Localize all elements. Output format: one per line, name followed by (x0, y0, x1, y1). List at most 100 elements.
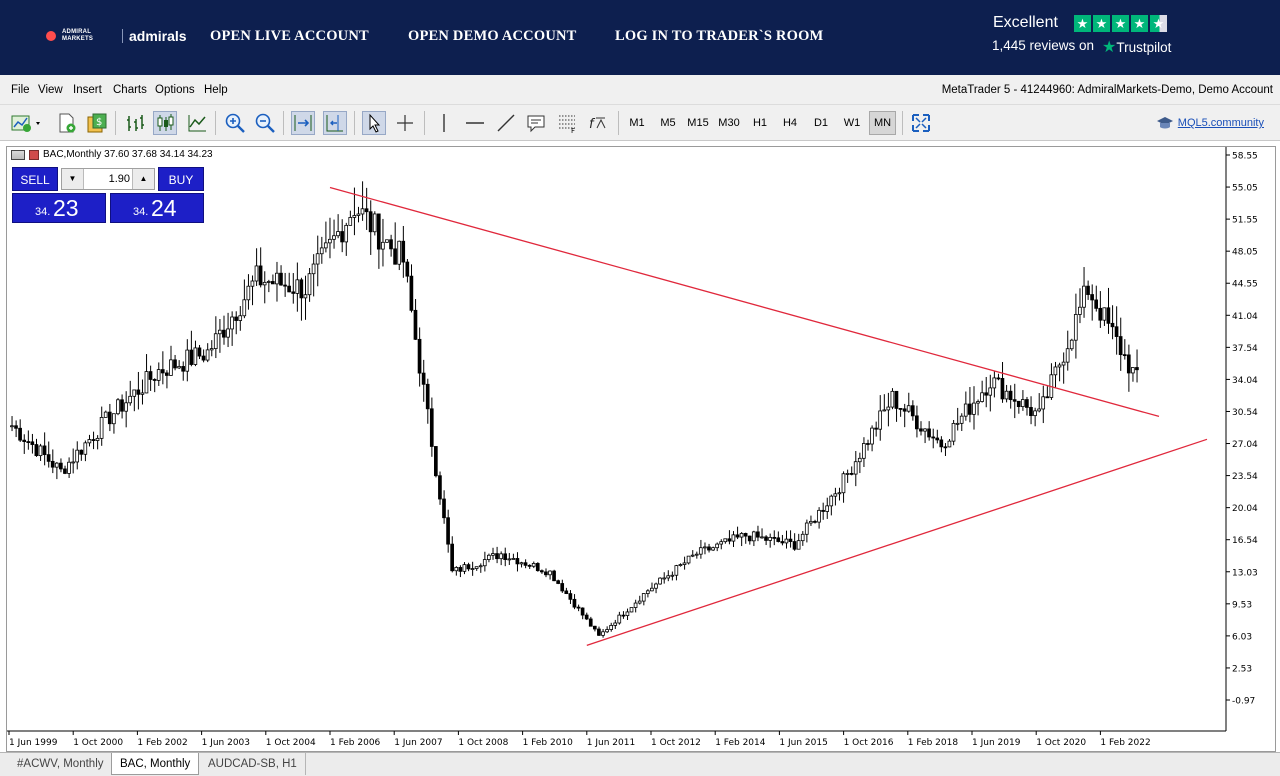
price-chart[interactable]: 58.55 55.05 51.55 48.05 44.55 41.04 37.54 34.04… (7, 147, 1275, 751)
candlestick-icon[interactable] (153, 111, 177, 135)
timeframe-m30[interactable]: M30 (715, 111, 743, 135)
tab-audcad-h1[interactable]: AUDCAD-SB, H1 (200, 753, 306, 775)
toolbar-separator (424, 111, 425, 135)
bar-chart-icon[interactable] (123, 111, 147, 135)
zoom-in-icon[interactable] (223, 111, 247, 135)
chart-shift-icon[interactable] (323, 111, 347, 135)
price-label: 34.04 (1232, 376, 1258, 386)
text-label-icon[interactable] (524, 111, 548, 135)
timeframe-m15[interactable]: M15 (684, 111, 712, 135)
candle-body (878, 410, 882, 430)
candle-body (1061, 361, 1066, 366)
menu-view[interactable]: View (38, 84, 63, 96)
candle-body (515, 558, 520, 565)
candle-body (360, 208, 365, 215)
open-demo-account-link[interactable]: OPEN DEMO ACCOUNT (408, 28, 577, 45)
menu-options[interactable]: Options (155, 84, 195, 96)
menu-insert[interactable]: Insert (73, 84, 102, 96)
new-order-icon[interactable] (55, 111, 79, 135)
timeframe-m5[interactable]: M5 (655, 111, 681, 135)
lot-size-stepper[interactable]: ▼ 1.90 ▲ (61, 168, 155, 190)
fibonacci-icon[interactable]: F (555, 111, 579, 135)
candle-body (283, 284, 287, 287)
menu-charts[interactable]: Charts (113, 84, 147, 96)
price-label: 13.03 (1232, 568, 1258, 578)
candle-body (804, 522, 809, 535)
trend-line[interactable] (329, 186, 1160, 418)
candle-body (715, 543, 719, 549)
time-label: 1 Jun 2011 (587, 738, 635, 748)
candle-body (927, 428, 931, 438)
menu-file[interactable]: File (11, 84, 30, 96)
candle-body (393, 248, 397, 265)
lot-size-input[interactable]: 1.90 (88, 169, 130, 189)
candle-body (833, 493, 838, 497)
menu-help[interactable]: Help (204, 84, 228, 96)
fullscreen-icon[interactable] (909, 111, 933, 135)
market-watch-icon[interactable]: $ (85, 111, 109, 135)
timeframe-h4[interactable]: H4 (777, 111, 803, 135)
candle-body (230, 316, 234, 330)
ask-price-button[interactable]: 34. 24 (110, 193, 204, 223)
candle-body (1008, 390, 1013, 401)
zoom-out-icon[interactable] (253, 111, 277, 135)
trustpilot-reviews[interactable]: 1,445 reviews on (992, 38, 1094, 53)
candle-body (291, 291, 296, 294)
traders-room-login-link[interactable]: LOG IN TO TRADER`S ROOM (615, 28, 823, 45)
candle-body (592, 625, 597, 630)
indicators-icon[interactable]: f (586, 111, 610, 135)
candle-body (698, 547, 703, 555)
horizontal-line-icon[interactable] (463, 111, 487, 135)
tab-acwv-monthly[interactable]: #ACWV, Monthly (9, 753, 113, 775)
chart-window[interactable]: 58.55 55.05 51.55 48.05 44.55 41.04 37.54 34.04… (6, 146, 1276, 752)
timeframe-mn[interactable]: MN (869, 111, 896, 135)
mql5-community-link[interactable]: MQL5.community (1156, 116, 1264, 130)
candle-body (1045, 396, 1050, 399)
candle-body (519, 562, 524, 565)
trustpilot-rating-text: Excellent (993, 14, 1058, 31)
vertical-line-icon[interactable] (432, 111, 456, 135)
candle-body (34, 444, 39, 457)
candle-body (217, 329, 222, 335)
candle-body (266, 281, 271, 283)
time-label: 1 Feb 2002 (137, 738, 187, 748)
admirals-logo[interactable]: ADMIRAL MARKETS admirals (46, 28, 187, 44)
candle-body (197, 347, 202, 357)
lot-decrease-icon[interactable]: ▼ (62, 169, 84, 189)
candle-body (1086, 285, 1090, 295)
logo-divider (122, 29, 123, 43)
cursor-icon[interactable] (362, 111, 386, 135)
candle-body (898, 408, 903, 410)
trend-line-icon[interactable] (494, 111, 518, 135)
candle-body (1078, 306, 1082, 315)
sell-button[interactable]: SELL (12, 167, 58, 191)
candle-body (654, 583, 658, 589)
tab-bac-monthly[interactable]: BAC, Monthly (111, 753, 200, 775)
trustpilot-logo[interactable]: ★Trustpilot (1102, 37, 1171, 57)
auto-scroll-icon[interactable] (291, 111, 315, 135)
buy-button[interactable]: BUY (158, 167, 204, 191)
timeframe-h1[interactable]: H1 (747, 111, 773, 135)
timeframe-d1[interactable]: D1 (808, 111, 834, 135)
candle-body (731, 534, 736, 542)
line-chart-icon[interactable] (185, 111, 209, 135)
crosshair-icon[interactable] (393, 111, 417, 135)
candle-body (328, 238, 332, 244)
candle-body (674, 565, 679, 576)
timeframe-m1[interactable]: M1 (624, 111, 650, 135)
bid-price-button[interactable]: 34. 23 (12, 193, 106, 223)
candle-body (160, 369, 165, 374)
candle-body (796, 540, 801, 550)
candle-body (666, 575, 671, 579)
candle-body (1073, 314, 1078, 341)
chart-window-icon (11, 149, 25, 160)
star-icon: ★ (1074, 15, 1091, 32)
candle-body (967, 403, 972, 415)
timeframe-w1[interactable]: W1 (839, 111, 865, 135)
candle-body (711, 547, 715, 551)
new-chart-icon[interactable] (9, 111, 45, 135)
trend-line[interactable] (586, 438, 1208, 646)
lot-increase-icon[interactable]: ▲ (132, 169, 154, 189)
open-live-account-link[interactable]: OPEN LIVE ACCOUNT (210, 28, 369, 45)
candle-body (951, 423, 956, 442)
